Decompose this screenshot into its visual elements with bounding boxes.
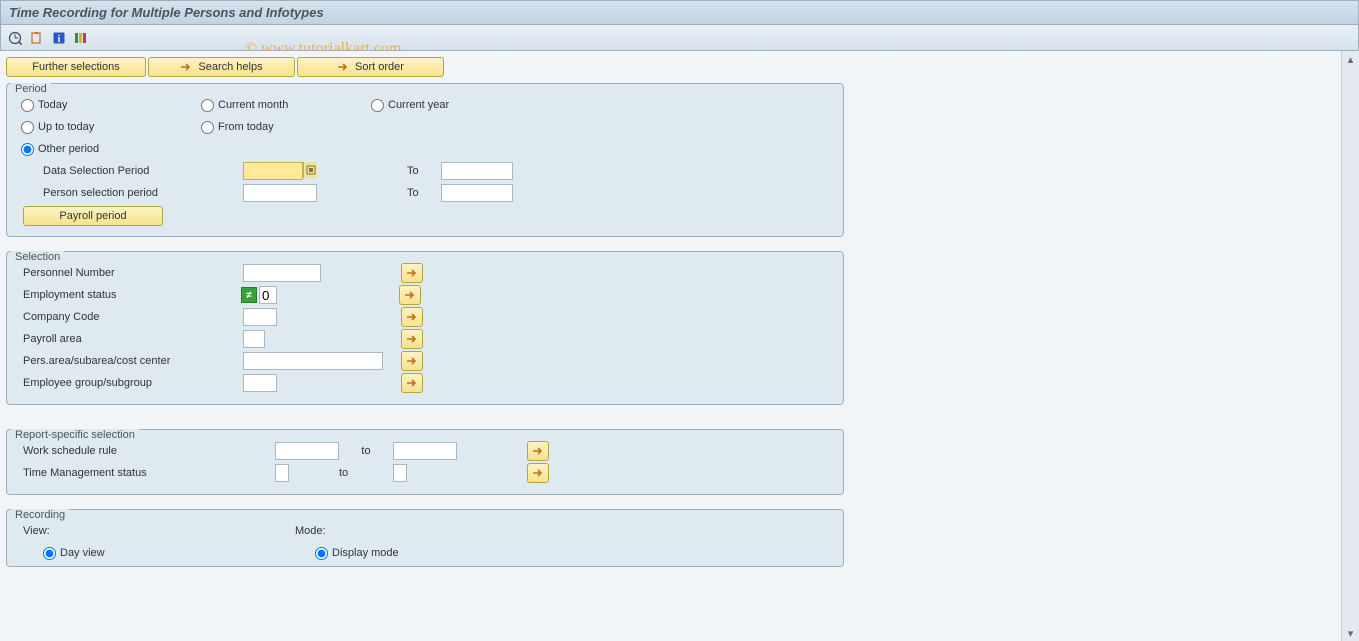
person-selection-to-input[interactable] bbox=[441, 184, 513, 202]
multiple-selection-button[interactable] bbox=[401, 351, 423, 371]
main-content: Further selections Search helps Sort ord… bbox=[0, 51, 1341, 641]
multiple-selection-button[interactable] bbox=[399, 285, 421, 305]
label-employment-status: Employment status bbox=[15, 289, 243, 301]
search-helps-label: Search helps bbox=[198, 61, 262, 73]
data-selection-from-input[interactable] bbox=[243, 162, 303, 180]
sort-order-label: Sort order bbox=[355, 61, 404, 73]
label-personnel-number: Personnel Number bbox=[15, 267, 243, 279]
selection-legend: Selection bbox=[11, 251, 64, 263]
get-variant-icon[interactable] bbox=[29, 30, 45, 46]
scroll-down-icon[interactable]: ▾ bbox=[1343, 625, 1359, 641]
label-work-schedule-rule: Work schedule rule bbox=[15, 445, 275, 457]
time-mgmt-from-input[interactable] bbox=[275, 464, 289, 482]
recording-group: Recording View: Mode: Day view Display m… bbox=[6, 509, 844, 567]
scroll-up-icon[interactable]: ▴ bbox=[1343, 51, 1359, 67]
window-title: Time Recording for Multiple Persons and … bbox=[0, 0, 1359, 25]
label-today: Today bbox=[38, 99, 67, 111]
time-mgmt-to-input[interactable] bbox=[393, 464, 407, 482]
layout-icon[interactable] bbox=[73, 30, 89, 46]
person-selection-from-input[interactable] bbox=[243, 184, 317, 202]
selection-button-bar: Further selections Search helps Sort ord… bbox=[6, 57, 1335, 77]
employment-status-input[interactable] bbox=[259, 286, 277, 304]
multiple-selection-button[interactable] bbox=[527, 441, 549, 461]
employee-group-input[interactable] bbox=[243, 374, 277, 392]
label-up-to-today: Up to today bbox=[38, 121, 94, 133]
radio-from-today[interactable] bbox=[201, 121, 214, 134]
radio-today[interactable] bbox=[21, 99, 34, 112]
label-to: to bbox=[289, 467, 393, 479]
not-equal-icon[interactable]: ≠ bbox=[241, 287, 257, 303]
label-pers-area: Pers.area/subarea/cost center bbox=[15, 355, 243, 367]
label-payroll-area: Payroll area bbox=[15, 333, 243, 345]
label-display-mode: Display mode bbox=[332, 547, 399, 559]
radio-current-month[interactable] bbox=[201, 99, 214, 112]
label-data-selection-period: Data Selection Period bbox=[15, 165, 243, 177]
data-selection-to-input[interactable] bbox=[441, 162, 513, 180]
label-day-view: Day view bbox=[60, 547, 105, 559]
execute-icon[interactable] bbox=[7, 30, 23, 46]
label-view: View: bbox=[15, 525, 295, 537]
title-text: Time Recording for Multiple Persons and … bbox=[9, 5, 324, 20]
radio-up-to-today[interactable] bbox=[21, 121, 34, 134]
label-current-month: Current month bbox=[218, 99, 288, 111]
label-other-period: Other period bbox=[38, 143, 99, 155]
radio-other-period[interactable] bbox=[21, 143, 34, 156]
company-code-input[interactable] bbox=[243, 308, 277, 326]
radio-display-mode[interactable] bbox=[315, 547, 328, 560]
recording-legend: Recording bbox=[11, 509, 69, 521]
multiple-selection-button[interactable] bbox=[401, 373, 423, 393]
label-to: To bbox=[407, 165, 441, 177]
label-company-code: Company Code bbox=[15, 311, 243, 323]
radio-current-year[interactable] bbox=[371, 99, 384, 112]
work-rule-from-input[interactable] bbox=[275, 442, 339, 460]
multiple-selection-button[interactable] bbox=[401, 329, 423, 349]
sort-order-button[interactable]: Sort order bbox=[297, 57, 444, 77]
payroll-period-button[interactable]: Payroll period bbox=[23, 206, 163, 226]
report-specific-group: Report-specific selection Work schedule … bbox=[6, 429, 844, 495]
label-person-selection-period: Person selection period bbox=[15, 187, 243, 199]
label-to: To bbox=[407, 187, 441, 199]
app-toolbar: i bbox=[0, 25, 1359, 51]
label-employee-group: Employee group/subgroup bbox=[15, 377, 243, 389]
personnel-number-input[interactable] bbox=[243, 264, 321, 282]
radio-day-view[interactable] bbox=[43, 547, 56, 560]
arrow-right-icon bbox=[337, 62, 349, 72]
search-helps-button[interactable]: Search helps bbox=[148, 57, 295, 77]
further-selections-button[interactable]: Further selections bbox=[6, 57, 146, 77]
work-rule-to-input[interactable] bbox=[393, 442, 457, 460]
selection-group: Selection Personnel Number Employment st… bbox=[6, 251, 844, 405]
label-current-year: Current year bbox=[388, 99, 449, 111]
info-icon[interactable]: i bbox=[51, 30, 67, 46]
period-group: Period Today Current month Current year … bbox=[6, 83, 844, 237]
further-selections-label: Further selections bbox=[32, 61, 119, 73]
label-from-today: From today bbox=[218, 121, 274, 133]
multiple-selection-button[interactable] bbox=[527, 463, 549, 483]
svg-text:i: i bbox=[58, 34, 61, 45]
arrow-right-icon bbox=[180, 62, 192, 72]
multiple-selection-button[interactable] bbox=[401, 307, 423, 327]
f4-help-icon[interactable] bbox=[303, 162, 317, 178]
period-legend: Period bbox=[11, 83, 51, 95]
vertical-scrollbar[interactable]: ▴ ▾ bbox=[1341, 51, 1359, 641]
pers-area-input[interactable] bbox=[243, 352, 383, 370]
multiple-selection-button[interactable] bbox=[401, 263, 423, 283]
payroll-area-input[interactable] bbox=[243, 330, 265, 348]
label-mode: Mode: bbox=[295, 525, 326, 537]
label-to: to bbox=[339, 445, 393, 457]
label-time-mgmt-status: Time Management status bbox=[15, 467, 275, 479]
report-legend: Report-specific selection bbox=[11, 429, 139, 441]
payroll-period-label: Payroll period bbox=[59, 210, 126, 222]
